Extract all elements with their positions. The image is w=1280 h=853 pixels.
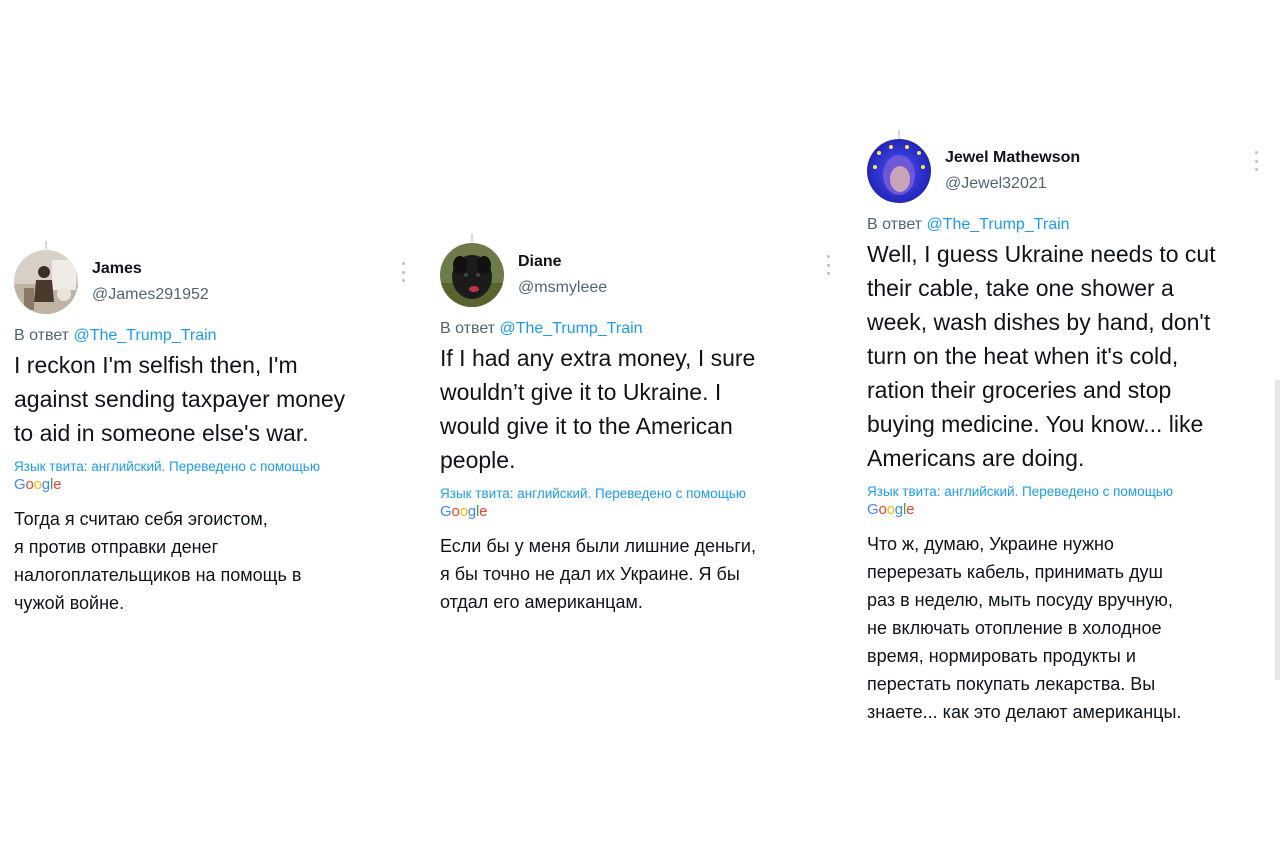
google-letter: g bbox=[41, 476, 50, 493]
thread-connector-line bbox=[898, 130, 900, 138]
reply-mention-link[interactable]: @The_Trump_Train bbox=[499, 320, 642, 337]
tweet-card-james: James @James291952 В ответ @The_Trump_Tr… bbox=[14, 241, 414, 617]
google-letter: o bbox=[25, 476, 34, 493]
reply-prefix: В ответ bbox=[440, 320, 496, 337]
more-options-icon[interactable] bbox=[826, 255, 830, 275]
translated-text: Что ж, думаю, Украине нужно перерезать к… bbox=[867, 534, 1182, 722]
tweet-header: Diane @msmyleee bbox=[440, 234, 840, 313]
thread-connector-line bbox=[45, 241, 47, 249]
more-options-icon[interactable] bbox=[401, 262, 405, 282]
reply-context: В ответ @The_Trump_Train bbox=[867, 215, 1267, 235]
tweet-card-jewel: Jewel Mathewson @Jewel32021 В ответ @The… bbox=[867, 130, 1267, 726]
display-name[interactable]: Jewel Mathewson bbox=[945, 148, 1080, 168]
google-letter: o bbox=[459, 503, 468, 520]
reply-mention-link[interactable]: @The_Trump_Train bbox=[926, 216, 1069, 233]
reply-prefix: В ответ bbox=[867, 216, 923, 233]
google-letter: o bbox=[878, 501, 887, 518]
google-letter: G bbox=[440, 503, 452, 520]
google-logo: Google bbox=[867, 500, 1267, 520]
user-handle[interactable]: @msmyleee bbox=[518, 278, 607, 298]
avatar[interactable] bbox=[440, 243, 504, 307]
avatar[interactable] bbox=[867, 139, 931, 203]
reply-mention-link[interactable]: @The_Trump_Train bbox=[73, 327, 216, 344]
tweet-header: Jewel Mathewson @Jewel32021 bbox=[867, 130, 1267, 209]
google-letter: o bbox=[33, 476, 42, 493]
display-name[interactable]: James bbox=[92, 259, 209, 279]
google-letter: g bbox=[894, 501, 903, 518]
scrollbar[interactable] bbox=[1275, 380, 1280, 680]
woman-blue-photo-avatar-icon bbox=[867, 139, 931, 203]
translation-note: Язык твита: английский. Переведено с пом… bbox=[14, 459, 320, 474]
tweet-text: If I had any extra money, I sure wouldn’… bbox=[440, 345, 756, 473]
translation-note: Язык твита: английский. Переведено с пом… bbox=[440, 486, 746, 501]
reply-context: В ответ @The_Trump_Train bbox=[14, 326, 414, 346]
avatar[interactable] bbox=[14, 250, 78, 314]
tweet-text: Well, I guess Ukraine needs to cut their… bbox=[867, 241, 1216, 471]
google-letter: o bbox=[451, 503, 460, 520]
google-letter: o bbox=[886, 501, 895, 518]
dog-photo-avatar-icon bbox=[440, 243, 504, 307]
translated-text: Тогда я считаю себя эгоистом, я против о… bbox=[14, 509, 302, 613]
translation-note: Язык твита: английский. Переведено с пом… bbox=[867, 484, 1173, 499]
author-names: Diane @msmyleee bbox=[518, 252, 607, 298]
author-names: James @James291952 bbox=[92, 259, 209, 305]
person-photo-avatar-icon bbox=[14, 250, 78, 314]
google-letter: e bbox=[906, 501, 915, 518]
google-logo: Google bbox=[14, 475, 414, 495]
tweet-card-diane: Diane @msmyleee В ответ @The_Trump_Train… bbox=[440, 234, 840, 616]
google-letter: e bbox=[53, 476, 62, 493]
reply-prefix: В ответ bbox=[14, 327, 70, 344]
thread-connector-line bbox=[471, 234, 473, 242]
more-options-icon[interactable] bbox=[1254, 151, 1258, 171]
translated-text: Если бы у меня были лишние деньги, я бы … bbox=[440, 536, 756, 612]
display-name[interactable]: Diane bbox=[518, 252, 607, 272]
tweet-header: James @James291952 bbox=[14, 241, 414, 320]
reply-context: В ответ @The_Trump_Train bbox=[440, 319, 840, 339]
tweet-text: I reckon I'm selfish then, I'm against s… bbox=[14, 352, 346, 446]
google-logo: Google bbox=[440, 502, 840, 522]
google-letter: e bbox=[479, 503, 488, 520]
google-letter: G bbox=[14, 476, 26, 493]
google-letter: g bbox=[467, 503, 476, 520]
user-handle[interactable]: @Jewel32021 bbox=[945, 174, 1080, 194]
author-names: Jewel Mathewson @Jewel32021 bbox=[945, 148, 1080, 194]
google-letter: G bbox=[867, 501, 879, 518]
user-handle[interactable]: @James291952 bbox=[92, 285, 209, 305]
